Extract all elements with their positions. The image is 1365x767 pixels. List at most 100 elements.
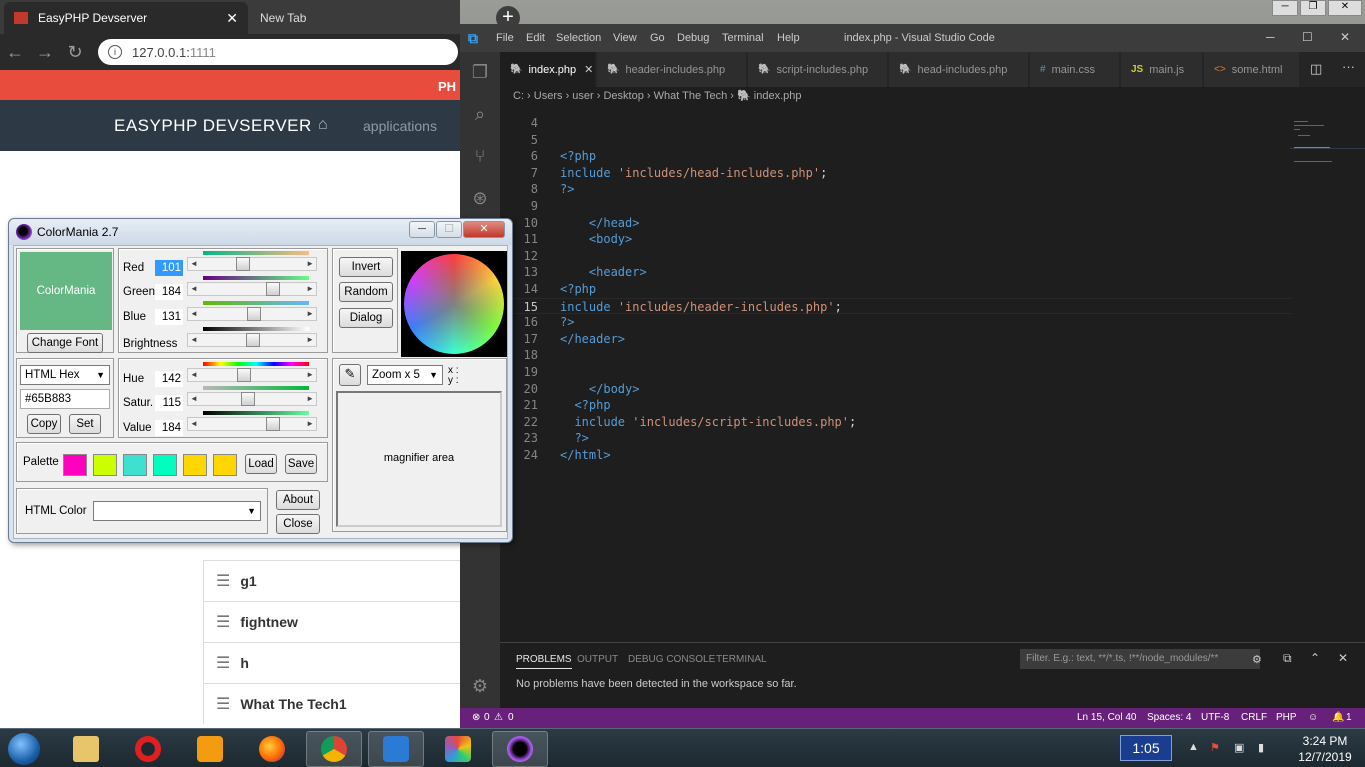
palette-swatch[interactable] <box>183 454 207 476</box>
value-slider[interactable]: ◄ ► <box>187 417 317 431</box>
close-icon[interactable]: ✕ <box>463 221 505 238</box>
show-hidden-icons-icon[interactable]: ▲ <box>1188 741 1199 753</box>
tab-main-css[interactable]: # main.css <box>1030 52 1120 87</box>
palette-swatch[interactable] <box>153 454 177 476</box>
code-line[interactable]: 13 <header> <box>500 264 1292 281</box>
blue-value-input[interactable]: 131 <box>155 309 183 325</box>
maximize-icon[interactable]: ☐ <box>1302 30 1313 44</box>
close-icon[interactable]: ✕ <box>1328 0 1362 16</box>
code-line[interactable]: 23 ?> <box>500 430 1292 447</box>
tab-head-includes[interactable]: 🐘 head-includes.php <box>889 52 1029 87</box>
brightness-slider[interactable]: ◄ ► <box>187 333 317 347</box>
search-icon[interactable]: ⌕ <box>470 104 490 124</box>
tab-header-includes[interactable]: 🐘 header-includes.php <box>597 52 747 87</box>
palette-swatch[interactable] <box>123 454 147 476</box>
problems-filter-input[interactable]: Filter. E.g.: text, **/*.ts, !**/node_mo… <box>1020 649 1260 669</box>
dialog-button[interactable]: Dialog <box>339 308 393 328</box>
copy-button[interactable]: Copy <box>27 414 61 434</box>
site-brand[interactable]: EASYPHP DEVSERVER <box>114 116 312 136</box>
taskbar-vscode[interactable] <box>368 731 424 767</box>
explorer-icon[interactable]: ❐ <box>470 62 490 82</box>
action-center-flag-icon[interactable]: ⚑ <box>1210 741 1220 754</box>
close-tab-icon[interactable]: ✕ <box>584 63 593 76</box>
notifications-count[interactable]: 1 <box>1346 712 1352 723</box>
palette-swatch[interactable] <box>213 454 237 476</box>
tab-main-js[interactable]: JS main.js <box>1121 52 1203 87</box>
taskbar-explorer[interactable] <box>58 731 114 767</box>
palette-swatch[interactable] <box>93 454 117 476</box>
hue-slider[interactable]: ◄ ► <box>187 368 317 382</box>
source-control-icon[interactable]: ⑂ <box>470 146 490 166</box>
code-line[interactable]: 8 ?> <box>500 181 1292 198</box>
colormania-titlebar[interactable]: ColorMania 2.7 ─ ☐ ✕ <box>9 219 512 245</box>
code-line[interactable]: 24 </html> <box>500 447 1292 464</box>
code-line[interactable]: 18 <box>500 347 1292 364</box>
saturation-slider[interactable]: ◄ ► <box>187 392 317 406</box>
code-line[interactable]: 20 </body> <box>500 381 1292 398</box>
errors-icon[interactable]: ⊗ <box>472 712 480 723</box>
menu-help[interactable]: Help <box>777 32 800 44</box>
signal-icon[interactable]: ▮ <box>1258 741 1264 754</box>
indentation[interactable]: Spaces: 4 <box>1147 712 1191 723</box>
eyedropper-icon[interactable]: ✎ <box>339 364 361 386</box>
taskbar-media-player[interactable] <box>182 731 238 767</box>
breadcrumb-item[interactable]: Users <box>534 90 563 102</box>
minimize-icon[interactable]: ─ <box>409 221 435 238</box>
close-panel-icon[interactable]: ✕ <box>1338 651 1348 665</box>
maximize-panel-icon[interactable]: ⌃ <box>1310 651 1320 665</box>
breadcrumb-item[interactable]: Desktop <box>603 90 643 102</box>
tab-some-html[interactable]: <> some.html <box>1204 52 1300 87</box>
minimize-icon[interactable]: ─ <box>1266 30 1275 44</box>
breadcrumb-item[interactable]: What The Tech <box>654 90 728 102</box>
close-tab-icon[interactable]: ✕ <box>226 10 238 27</box>
saturation-value-input[interactable]: 115 <box>155 395 183 411</box>
code-line[interactable]: 16 ?> <box>500 314 1292 331</box>
code-line[interactable]: 12 <box>500 248 1292 265</box>
code-line[interactable]: 11 <body> <box>500 231 1292 248</box>
random-button[interactable]: Random <box>339 282 393 302</box>
menu-terminal[interactable]: Terminal <box>722 32 764 44</box>
taskbar-chrome[interactable] <box>306 731 362 767</box>
color-wheel-disk[interactable] <box>404 254 504 354</box>
code-line[interactable]: 5 <box>500 132 1292 149</box>
close-icon[interactable]: ✕ <box>1340 30 1350 44</box>
nav-applications-link[interactable]: applications <box>363 118 437 134</box>
magnifier-area[interactable]: magnifier area <box>336 391 502 527</box>
minimize-icon[interactable]: ─ <box>1272 0 1298 16</box>
more-actions-icon[interactable]: ··· <box>1342 59 1355 74</box>
green-value-input[interactable]: 184 <box>155 284 183 300</box>
settings-gear-icon[interactable]: ⚙ <box>470 676 490 696</box>
value-value-input[interactable]: 184 <box>155 420 183 436</box>
code-line[interactable]: 19 <box>500 364 1292 381</box>
red-slider[interactable]: ◄ ► <box>187 257 317 271</box>
browser-tab-easyphp[interactable]: EasyPHP Devserver ✕ <box>4 2 248 34</box>
color-wheel[interactable] <box>401 251 507 357</box>
warnings-icon[interactable]: ⚠ <box>494 712 503 723</box>
palette-swatch[interactable] <box>63 454 87 476</box>
menu-view[interactable]: View <box>613 32 637 44</box>
code-line[interactable]: 9 <box>500 198 1292 215</box>
line-endings[interactable]: CRLF <box>1241 712 1267 723</box>
menu-debug[interactable]: Debug <box>677 32 709 44</box>
list-item[interactable]: ☰ h <box>203 642 460 683</box>
load-button[interactable]: Load <box>245 454 277 474</box>
html-color-select[interactable]: ▼ <box>93 501 261 521</box>
breadcrumb-item[interactable]: user <box>572 90 593 102</box>
restore-icon[interactable]: ❐ <box>1300 0 1326 16</box>
taskbar-opera[interactable] <box>120 731 176 767</box>
menu-go[interactable]: Go <box>650 32 665 44</box>
zoom-select[interactable]: Zoom x 5 ▼ <box>367 365 443 385</box>
panel-tab-problems[interactable]: PROBLEMS <box>516 654 572 669</box>
code-line[interactable]: 6 <?php <box>500 148 1292 165</box>
browser-tab-new[interactable]: New Tab <box>250 2 430 34</box>
home-icon[interactable]: ⌂ <box>318 116 328 134</box>
menu-file[interactable]: File <box>496 32 514 44</box>
code-line[interactable]: 15 include 'includes/header-includes.php'… <box>500 297 1292 315</box>
filter-options-icon[interactable]: ⚙ <box>1252 653 1262 666</box>
code-line[interactable]: 17 </header> <box>500 331 1292 348</box>
list-item[interactable]: ☰ What The Tech1 <box>203 683 460 724</box>
reload-icon[interactable]: ↻ <box>60 42 90 63</box>
panel-tab-output[interactable]: OUTPUT <box>577 654 618 665</box>
close-button[interactable]: Close <box>276 514 320 534</box>
system-clock[interactable]: 3:24 PM 12/7/2019 <box>1290 733 1360 765</box>
